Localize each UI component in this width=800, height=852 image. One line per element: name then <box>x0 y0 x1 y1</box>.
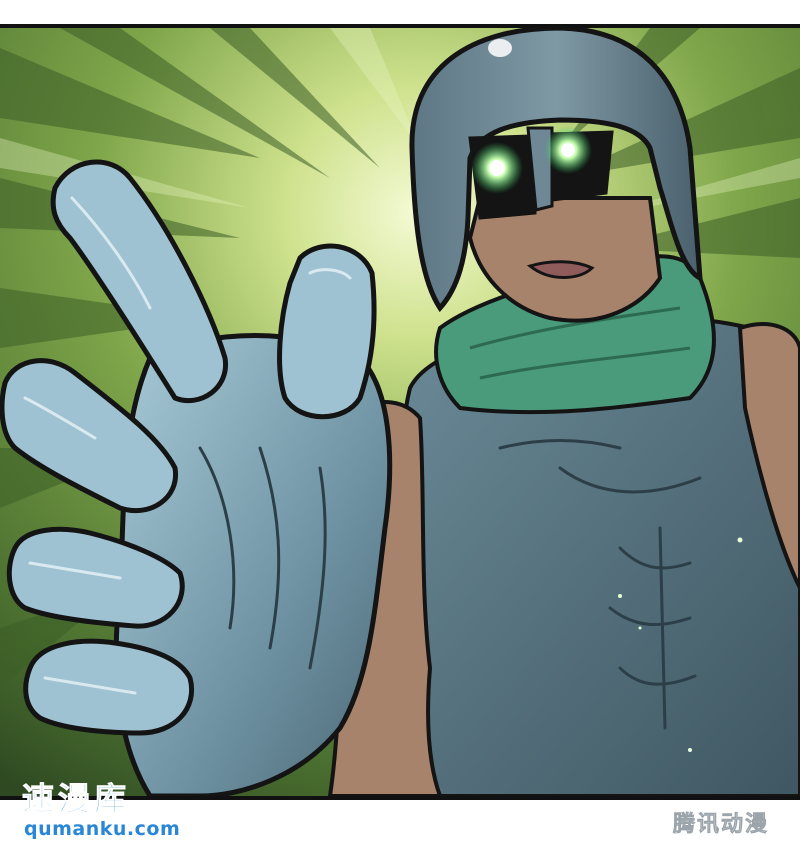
watermark-tencent-comics: 腾讯动漫 <box>656 804 786 842</box>
comic-page: 速漫库 qumanku.com 腾讯动漫 <box>0 0 800 852</box>
helmet-highlight <box>488 39 512 57</box>
watermark-qumanku-url: qumanku.com <box>24 818 181 840</box>
watermark-qumanku: 速漫库 qumanku.com <box>21 774 179 844</box>
middle-finger <box>277 243 377 420</box>
panel-illustration <box>0 28 800 796</box>
comic-panel <box>0 24 800 800</box>
tencent-comics-logo: 腾讯动漫 <box>656 806 784 840</box>
watermark-qumanku-chinese: 速漫库 <box>21 780 131 819</box>
tencent-comics-text: 腾讯动漫 <box>673 812 769 837</box>
